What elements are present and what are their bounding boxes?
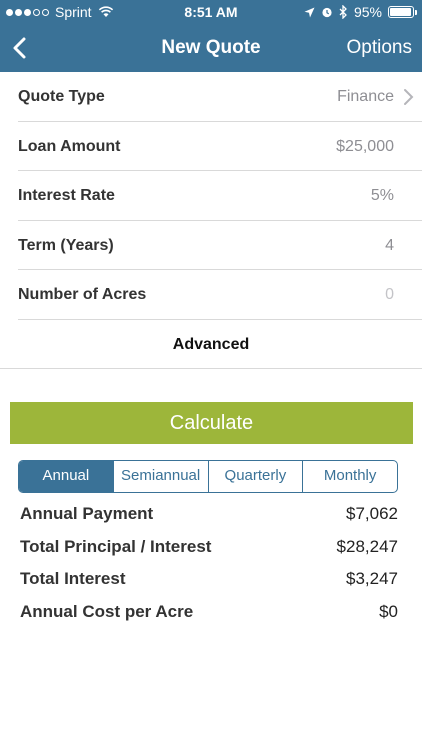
term-years-field[interactable]: 4 <box>385 237 394 255</box>
bluetooth-icon <box>339 5 347 19</box>
term-years-label: Term (Years) <box>18 236 114 254</box>
status-right: 95% <box>304 4 417 20</box>
segment-annual[interactable]: Annual <box>19 461 113 492</box>
navigation-bar: New Quote Options <box>0 24 422 72</box>
options-button[interactable]: Options <box>347 37 412 59</box>
quote-type-row[interactable]: Quote Type Finance <box>18 72 422 122</box>
frequency-segmented-control: Annual Semiannual Quarterly Monthly <box>18 460 398 493</box>
segment-quarterly[interactable]: Quarterly <box>207 461 303 492</box>
segment-semiannual[interactable]: Semiannual <box>112 461 208 492</box>
chevron-right-icon <box>404 89 414 105</box>
total-interest-value: $3,247 <box>346 569 398 588</box>
acres-row[interactable]: Number of Acres 0 <box>18 270 422 320</box>
status-bar: Sprint 8:51 AM 95% <box>0 0 422 24</box>
battery-fill <box>390 8 411 16</box>
result-row: Annual Payment $7,062 <box>20 500 398 533</box>
quote-type-label: Quote Type <box>18 88 105 105</box>
total-principal-interest-label: Total Principal / Interest <box>20 536 212 556</box>
term-years-row[interactable]: Term (Years) 4 <box>18 221 422 270</box>
interest-rate-field[interactable]: 5% <box>371 187 394 205</box>
location-arrow-icon <box>304 7 315 17</box>
annual-cost-per-acre-value: $0 <box>379 601 398 621</box>
annual-payment-label: Annual Payment <box>20 504 154 523</box>
quote-form: Quote Type Finance Loan Amount $25,000 I… <box>0 72 422 369</box>
total-principal-interest-value: $28,247 <box>336 536 398 556</box>
loan-amount-label: Loan Amount <box>18 137 121 155</box>
header: Sprint 8:51 AM 95% New Quote Options <box>0 0 422 72</box>
annual-payment-value: $7,062 <box>346 504 398 523</box>
advanced-button[interactable]: Advanced <box>0 336 422 354</box>
acres-field[interactable]: 0 <box>385 286 394 304</box>
result-row: Total Principal / Interest $28,247 <box>20 533 398 566</box>
loan-amount-field[interactable]: $25,000 <box>336 138 394 156</box>
loan-amount-row[interactable]: Loan Amount $25,000 <box>18 122 422 171</box>
alarm-clock-icon <box>322 7 332 18</box>
calculate-button[interactable]: Calculate <box>10 402 413 444</box>
battery-percent: 95% <box>353 4 382 20</box>
acres-label: Number of Acres <box>18 286 147 303</box>
total-interest-label: Total Interest <box>20 569 126 588</box>
interest-rate-label: Interest Rate <box>18 187 115 204</box>
result-row: Total Interest $3,247 <box>20 565 398 598</box>
segment-monthly[interactable]: Monthly <box>302 461 397 492</box>
results-list: Annual Payment $7,062 Total Principal / … <box>20 500 398 630</box>
annual-cost-per-acre-label: Annual Cost per Acre <box>20 601 194 621</box>
interest-rate-row[interactable]: Interest Rate 5% <box>18 171 422 221</box>
result-row: Annual Cost per Acre $0 <box>20 598 398 631</box>
battery-icon <box>388 6 417 18</box>
advanced-row[interactable]: Advanced <box>0 320 422 369</box>
quote-type-value: Finance <box>337 88 394 105</box>
